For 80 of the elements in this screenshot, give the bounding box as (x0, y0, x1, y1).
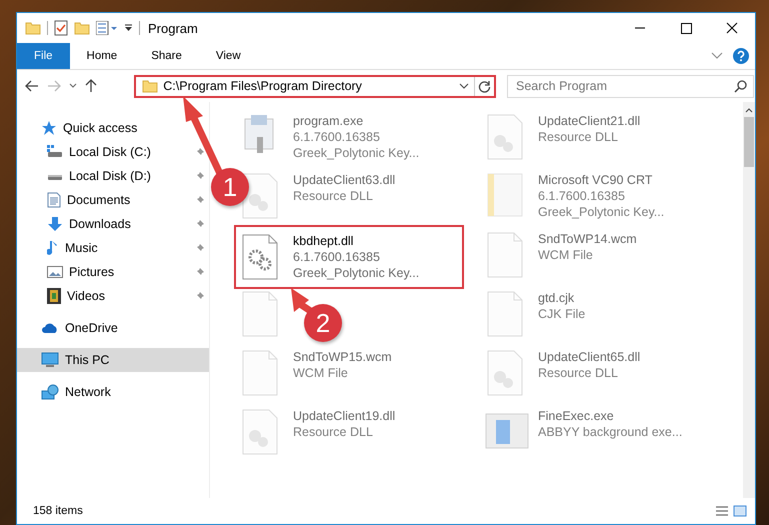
pin-icon[interactable] (195, 195, 205, 205)
file-name[interactable]: program.exe (293, 113, 420, 129)
help-icon[interactable] (733, 48, 749, 64)
annotation-arrow (291, 288, 314, 315)
file-detail: CJK File (538, 306, 586, 322)
nav-item[interactable]: OneDrive (17, 316, 209, 340)
scrollbar-thumb[interactable] (744, 117, 754, 167)
scrollbar[interactable] (743, 102, 755, 498)
pin-icon[interactable] (195, 219, 205, 229)
pin-icon[interactable] (195, 267, 205, 277)
nav-item[interactable]: Music (17, 236, 209, 260)
picture-icon (47, 265, 63, 279)
details-view-icon[interactable] (715, 505, 729, 517)
pin-icon[interactable] (195, 147, 205, 157)
nav-item[interactable]: Local Disk (D:) (17, 164, 209, 188)
film-icon (47, 288, 61, 304)
ribbon-tab[interactable]: View (198, 43, 258, 69)
item-count: 158 items (33, 505, 83, 517)
file-detail: Greek_Polytonic Key... (538, 204, 664, 220)
folder-icon (25, 21, 41, 35)
search-field[interactable]: Search Program (507, 74, 754, 98)
file-detail: Resource DLL (293, 188, 374, 204)
file-name[interactable]: Microsoft VC90 CRT (538, 172, 664, 188)
nav-item[interactable]: Videos (17, 284, 209, 308)
scroll-up-icon[interactable] (745, 107, 753, 113)
monitor-icon (41, 352, 59, 368)
file-name[interactable]: kbdhept.dll (293, 233, 420, 249)
file-detail: Resource DLL (538, 365, 619, 381)
file-detail: 6.1.7600.16385 (293, 249, 381, 265)
file-detail: 6.1.7600.16385 (538, 188, 626, 204)
nav-item[interactable]: Documents (17, 188, 209, 212)
recent-locations-caret-icon[interactable] (69, 83, 77, 89)
nav-item[interactable]: Downloads (17, 212, 209, 236)
drive-icon (47, 145, 63, 159)
chevron-down-icon[interactable] (711, 52, 723, 60)
window-title: Program (148, 20, 198, 36)
file-detail: WCM File (293, 365, 349, 381)
file-name[interactable]: UpdateClient21.dll (538, 113, 640, 129)
pin-icon[interactable] (195, 291, 205, 301)
folder-icon (142, 79, 158, 93)
down-arrow-icon (47, 216, 63, 232)
file-detail: Greek_Polytonic Key... (293, 265, 420, 281)
pin-icon[interactable] (195, 243, 205, 253)
nav-item[interactable]: Local Disk (C:) (17, 140, 209, 164)
ribbon-tab[interactable]: File (17, 43, 70, 69)
ribbon-tab[interactable]: Home (70, 43, 134, 69)
view-options-icon[interactable] (96, 21, 118, 35)
file-detail: Resource DLL (293, 424, 374, 440)
large-icons-view-icon[interactable] (733, 505, 747, 517)
file-detail: Greek_Polytonic Key... (293, 145, 420, 161)
file-name[interactable]: UpdateClient19.dll (293, 408, 396, 424)
up-arrow-icon[interactable] (85, 79, 97, 93)
nav-item[interactable]: Quick access (17, 116, 209, 140)
cloud-icon (41, 322, 59, 334)
back-arrow-icon[interactable] (25, 80, 39, 92)
file-name[interactable]: UpdateClient65.dll (538, 349, 640, 365)
file-name[interactable]: FineExec.exe (538, 408, 682, 424)
file-name[interactable]: SndToWP15.wcm (293, 349, 392, 365)
dropdown-caret-icon[interactable] (459, 83, 469, 89)
star-icon (41, 120, 57, 136)
nav-item[interactable]: Pictures (17, 260, 209, 284)
network-icon (41, 384, 59, 400)
pin-icon[interactable] (195, 171, 205, 181)
file-name[interactable]: SndToWP14.wcm (538, 231, 637, 247)
file-name[interactable]: UpdateClient63.dll (293, 172, 396, 188)
file-detail: 6.1.7600.16385 (293, 129, 381, 145)
file-detail: ABBYY background exe... (538, 424, 682, 440)
refresh-icon[interactable] (478, 80, 491, 92)
file-detail: WCM File (538, 247, 594, 263)
document-icon (47, 192, 61, 208)
properties-icon[interactable] (54, 20, 68, 36)
file-detail: Resource DLL (538, 129, 619, 145)
file-name[interactable]: gtd.cjk (538, 290, 586, 306)
highlighted-file-item[interactable]: kbdhept.dll 6.1.7600.16385 Greek_Polytonic Key... (234, 225, 464, 289)
nav-item[interactable]: Network (17, 380, 209, 404)
ribbon-tab[interactable]: Share (134, 43, 199, 69)
customize-caret-icon[interactable] (124, 23, 133, 33)
address-bar[interactable]: C:\Program Files\Program Directory (134, 74, 496, 98)
nav-item[interactable]: This PC (17, 348, 209, 372)
music-note-icon (47, 240, 59, 256)
